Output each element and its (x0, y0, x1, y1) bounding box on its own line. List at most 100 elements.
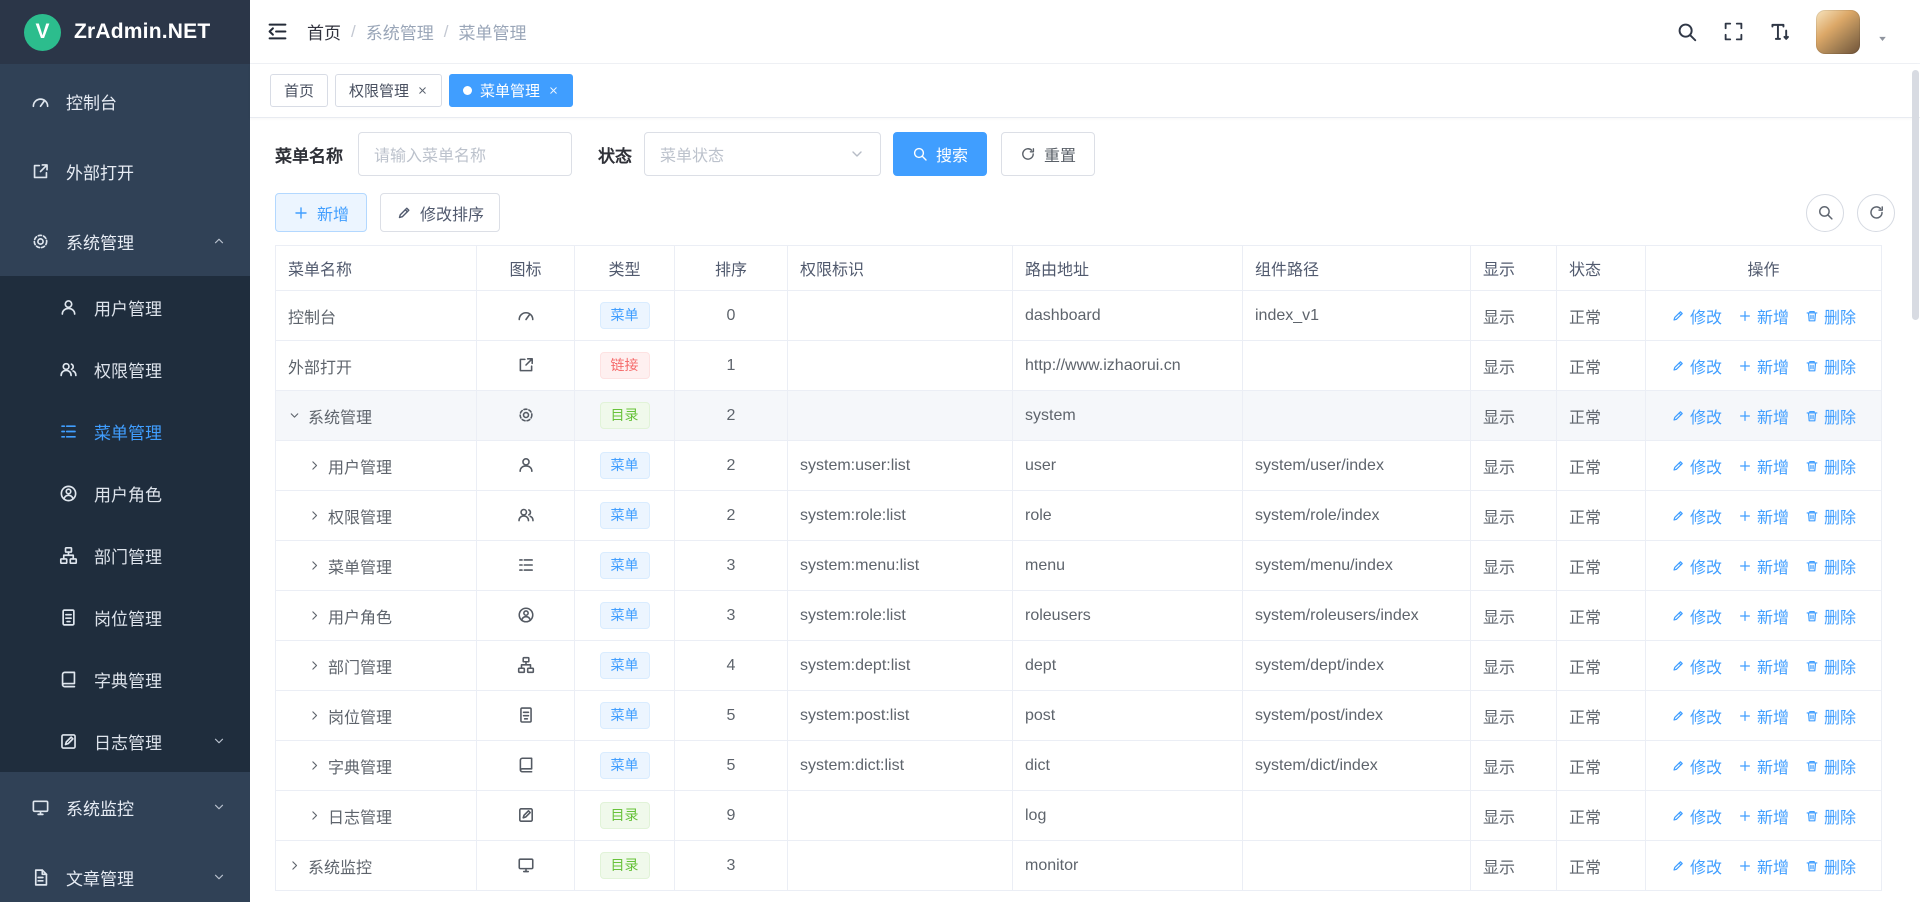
add-link[interactable]: 新增 (1738, 704, 1789, 728)
edit-link[interactable]: 修改 (1671, 654, 1722, 678)
reset-button[interactable]: 重置 (1001, 132, 1095, 176)
add-link[interactable]: 新增 (1738, 804, 1789, 828)
table-refresh-button[interactable] (1857, 194, 1895, 232)
permission-value: system:role:list (800, 607, 906, 624)
edit-link[interactable]: 修改 (1671, 554, 1722, 578)
column-header: 操作 (1646, 246, 1882, 291)
delete-link[interactable]: 删除 (1805, 504, 1856, 528)
edit-link[interactable]: 修改 (1671, 304, 1722, 328)
menu-name-input[interactable]: 请输入菜单名称 (358, 132, 572, 176)
delete-link[interactable]: 删除 (1805, 854, 1856, 878)
add-link[interactable]: 新增 (1738, 854, 1789, 878)
scrollbar[interactable] (1912, 66, 1919, 896)
sidebar-item-user-role[interactable]: 用户角色 (0, 462, 250, 524)
tab-home[interactable]: 首页 (270, 74, 328, 107)
breadcrumb-item[interactable]: 系统管理 (366, 19, 434, 44)
edit-link[interactable]: 修改 (1671, 354, 1722, 378)
add-link[interactable]: 新增 (1738, 354, 1789, 378)
search-button[interactable]: 搜索 (893, 132, 987, 176)
breadcrumb-item[interactable]: 菜单管理 (458, 19, 526, 44)
breadcrumb-item[interactable]: 首页 (307, 19, 341, 44)
delete-link[interactable]: 删除 (1805, 604, 1856, 628)
edit-link[interactable]: 修改 (1671, 804, 1722, 828)
sidebar-item-post[interactable]: 岗位管理 (0, 586, 250, 648)
sidebar-item-menu[interactable]: 菜单管理 (0, 400, 250, 462)
menu-name: 外部打开 (288, 354, 352, 378)
delete-link[interactable]: 删除 (1805, 454, 1856, 478)
add-link[interactable]: 新增 (1738, 604, 1789, 628)
sidebar-item-log[interactable]: 日志管理 (0, 710, 250, 772)
caret-down-icon[interactable] (1875, 31, 1890, 46)
add-link[interactable]: 新增 (1738, 404, 1789, 428)
chevron-right-icon[interactable] (308, 659, 321, 672)
menu-name-label: 菜单名称 (275, 142, 343, 167)
tab-menu[interactable]: 菜单管理 (449, 74, 573, 107)
delete-link[interactable]: 删除 (1805, 754, 1856, 778)
add-link[interactable]: 新增 (1738, 554, 1789, 578)
fullscreen-icon[interactable] (1723, 21, 1744, 42)
chevron-right-icon[interactable] (308, 459, 321, 472)
menu-list-icon (517, 556, 535, 574)
close-icon[interactable] (417, 85, 428, 96)
chevron-right-icon[interactable] (308, 509, 321, 522)
sidebar-item-monitor[interactable]: 系统监控 (0, 772, 250, 842)
edit-link[interactable]: 修改 (1671, 854, 1722, 878)
delete-link[interactable]: 删除 (1805, 704, 1856, 728)
chevron-right-icon[interactable] (308, 559, 321, 572)
add-link[interactable]: 新增 (1738, 454, 1789, 478)
route-value: dict (1025, 757, 1050, 774)
plus-icon (1738, 659, 1752, 673)
tab-role[interactable]: 权限管理 (335, 74, 442, 107)
edit-link[interactable]: 修改 (1671, 704, 1722, 728)
add-button[interactable]: 新增 (275, 193, 367, 232)
sort-button[interactable]: 修改排序 (380, 193, 500, 232)
font-size-icon[interactable] (1769, 21, 1791, 43)
chevron-right-icon[interactable] (308, 709, 321, 722)
scrollbar-thumb[interactable] (1912, 70, 1919, 320)
close-icon[interactable] (548, 85, 559, 96)
chevron-right-icon[interactable] (308, 609, 321, 622)
user-avatar[interactable] (1816, 10, 1860, 54)
sidebar-item-role[interactable]: 权限管理 (0, 338, 250, 400)
sidebar-collapse-button[interactable] (266, 20, 289, 43)
edit-link[interactable]: 修改 (1671, 504, 1722, 528)
add-link[interactable]: 新增 (1738, 304, 1789, 328)
chevron-right-icon[interactable] (308, 809, 321, 822)
add-link[interactable]: 新增 (1738, 754, 1789, 778)
sidebar-item-external-link[interactable]: 外部打开 (0, 136, 250, 206)
sidebar-item-label: 权限管理 (94, 357, 162, 382)
add-link[interactable]: 新增 (1738, 504, 1789, 528)
chevron-right-icon[interactable] (308, 759, 321, 772)
active-tab-dot (463, 86, 472, 95)
visible-value: 显示 (1483, 810, 1515, 827)
chevron-down-icon[interactable] (288, 409, 301, 422)
filter-bar: 菜单名称 请输入菜单名称 状态 菜单状态 搜索 重置 (275, 132, 1895, 176)
add-link[interactable]: 新增 (1738, 654, 1789, 678)
delete-link[interactable]: 删除 (1805, 804, 1856, 828)
edit-link[interactable]: 修改 (1671, 754, 1722, 778)
table-search-button[interactable] (1806, 194, 1844, 232)
delete-link[interactable]: 删除 (1805, 354, 1856, 378)
edit-link[interactable]: 修改 (1671, 454, 1722, 478)
sidebar-item-system[interactable]: 系统管理 (0, 206, 250, 276)
app-logo[interactable]: V ZrAdmin.NET (0, 0, 250, 64)
sidebar-item-article[interactable]: 文章管理 (0, 842, 250, 902)
delete-link[interactable]: 删除 (1805, 554, 1856, 578)
menu-table: 菜单名称图标类型排序权限标识路由地址组件路径显示状态操作 控制台菜单0dashb… (275, 245, 1882, 891)
delete-link[interactable]: 删除 (1805, 654, 1856, 678)
type-tag: 目录 (600, 402, 650, 429)
sidebar-item-dashboard[interactable]: 控制台 (0, 66, 250, 136)
sidebar-item-dept[interactable]: 部门管理 (0, 524, 250, 586)
status-value: 正常 (1569, 860, 1601, 877)
sidebar-item-dict[interactable]: 字典管理 (0, 648, 250, 710)
route-value: dashboard (1025, 307, 1101, 324)
delete-link[interactable]: 删除 (1805, 404, 1856, 428)
sidebar-item-user[interactable]: 用户管理 (0, 276, 250, 338)
plus-icon (1738, 309, 1752, 323)
edit-link[interactable]: 修改 (1671, 604, 1722, 628)
delete-link[interactable]: 删除 (1805, 304, 1856, 328)
chevron-right-icon[interactable] (288, 859, 301, 872)
status-select[interactable]: 菜单状态 (644, 132, 881, 176)
search-icon[interactable] (1676, 21, 1698, 43)
edit-link[interactable]: 修改 (1671, 404, 1722, 428)
